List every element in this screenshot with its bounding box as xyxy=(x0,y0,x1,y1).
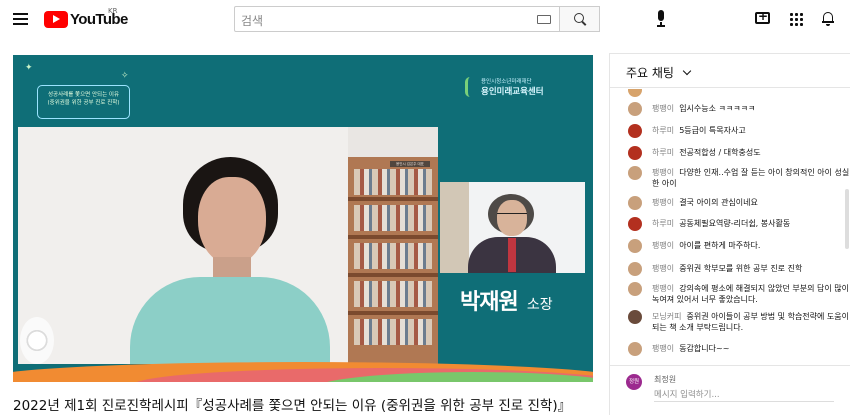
top-bar: YouTube KR 검색 xyxy=(0,0,850,38)
chat-input-area: 정원 최정원 메시지 입력하기... xyxy=(610,365,850,416)
guest-tie xyxy=(508,238,516,272)
youtube-play-icon xyxy=(44,10,68,28)
logo-text: YouTube xyxy=(70,10,128,28)
video-title: 2022년 제1회 진로진학레시피『성공사례를 쫓으면 안되는 이유 (중위권을… xyxy=(13,398,572,414)
chat-scrollbar[interactable] xyxy=(845,189,849,249)
guest-name-plate: 박재원 소장 xyxy=(460,284,553,316)
chat-message-input[interactable]: 메시지 입력하기... xyxy=(654,388,834,402)
guest-glasses xyxy=(497,213,527,218)
avatar xyxy=(628,310,642,324)
search-button[interactable] xyxy=(560,6,600,32)
live-chat-panel: 주요 채팅 팽팽이 입시수능소 ㅋㅋㅋㅋㅋ 하루미 5등급이 특목자사고 하루미… xyxy=(609,53,850,415)
avatar xyxy=(628,146,642,160)
youtube-logo[interactable]: YouTube KR xyxy=(44,7,128,28)
search-icon xyxy=(573,13,586,25)
menu-icon[interactable] xyxy=(10,8,32,30)
region-code: KR xyxy=(108,7,118,15)
org-subtitle: 용인시청소년미래재단 xyxy=(481,79,532,85)
search-placeholder: 검색 xyxy=(241,14,264,28)
avatar xyxy=(628,342,642,356)
bookshelf xyxy=(348,157,438,364)
avatar xyxy=(628,196,642,210)
guest-title: 소장 xyxy=(526,297,553,313)
avatar xyxy=(628,124,642,138)
chat-message-list[interactable]: 팽팽이 입시수능소 ㅋㅋㅋㅋㅋ 하루미 5등급이 특목자사고 하루미 전공적합성… xyxy=(610,89,850,365)
slide-title-box: 성공사례를 쫓으면 안되는 이유 (중위권을 위한 공부 진로 진학) xyxy=(37,85,130,119)
main-speaker-video: 용인시 김은주 대표 xyxy=(18,127,438,364)
avatar xyxy=(628,89,642,97)
avatar xyxy=(628,166,642,180)
video-player[interactable]: ✦ ✧ 성공사례를 쫓으면 안되는 이유 (중위권을 위한 공부 진로 진학) … xyxy=(13,55,593,382)
chat-mode-selector[interactable]: 주요 채팅 xyxy=(610,54,850,88)
guest-face xyxy=(497,200,527,236)
notifications-icon[interactable] xyxy=(822,11,834,26)
sparkle-icon: ✦ xyxy=(25,63,33,73)
chat-input-placeholder: 메시지 입력하기... xyxy=(654,390,720,400)
org-name: 용인미래교육센터 xyxy=(481,87,544,97)
avatar xyxy=(628,217,642,231)
keyboard-icon[interactable] xyxy=(537,15,551,24)
search-input[interactable]: 검색 xyxy=(234,6,560,32)
create-icon[interactable] xyxy=(755,9,770,24)
organization-logo: 용인시청소년미래재단 용인미래교육센터 xyxy=(465,75,565,101)
avatar xyxy=(628,239,642,253)
sparkle-icon: ✧ xyxy=(121,71,129,81)
guest-speaker-video xyxy=(440,182,585,273)
speaker-body xyxy=(130,277,330,364)
camera-name-tag: 용인시 김은주 대표 xyxy=(390,161,430,167)
avatar: 정원 xyxy=(626,374,642,390)
slide-title: 성공사례를 쫓으면 안되는 이유 (중위권을 위한 공부 진로 진학) xyxy=(47,92,120,106)
decorative-wave xyxy=(13,362,593,382)
avatar xyxy=(628,262,642,276)
lamp xyxy=(20,317,54,364)
org-mark-icon xyxy=(465,77,475,97)
guest-name: 박재원 xyxy=(460,290,519,315)
apps-icon[interactable] xyxy=(789,12,803,26)
avatar xyxy=(628,282,642,296)
chevron-down-icon xyxy=(682,66,692,76)
speaker-face xyxy=(198,177,266,265)
mic-icon[interactable] xyxy=(655,10,667,28)
current-user-name: 최정원 xyxy=(654,375,677,384)
search-bar: 검색 xyxy=(234,6,600,32)
chat-header-label: 주요 채팅 xyxy=(626,66,674,80)
avatar xyxy=(628,102,642,116)
